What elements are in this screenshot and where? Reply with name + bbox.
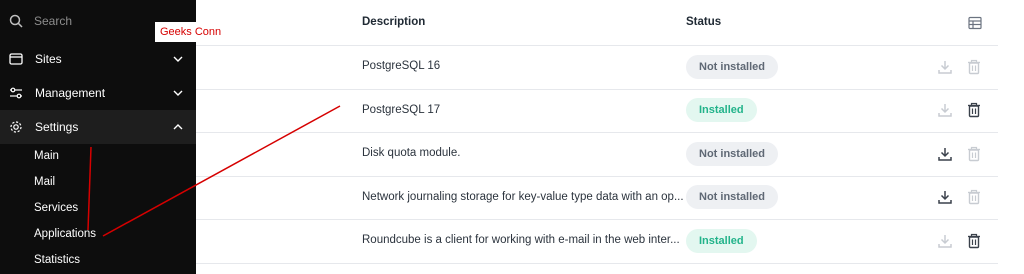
row-description: PostgreSQL 17 bbox=[362, 104, 441, 116]
search-icon bbox=[9, 14, 23, 28]
status-badge: Installed bbox=[686, 98, 757, 122]
search-placeholder: Search bbox=[34, 14, 73, 28]
row-divider bbox=[196, 176, 998, 177]
sidebar-item-sites[interactable]: Sites bbox=[0, 42, 196, 76]
sidebar-subitem-statistics[interactable]: Statistics bbox=[34, 254, 80, 266]
sliders-icon bbox=[10, 87, 22, 99]
delete-icon[interactable] bbox=[966, 102, 982, 118]
row-description: Network journaling storage for key-value… bbox=[362, 191, 684, 203]
row-description: Roundcube is a client for working with e… bbox=[362, 234, 680, 246]
row-divider bbox=[196, 45, 998, 46]
install-icon[interactable] bbox=[937, 233, 953, 249]
column-header-description[interactable]: Description bbox=[362, 16, 425, 28]
sidebar-item-label: Settings bbox=[35, 120, 79, 134]
column-header-status[interactable]: Status bbox=[686, 16, 721, 28]
row-description: Disk quota module. bbox=[362, 147, 461, 159]
sidebar-subitem-mail[interactable]: Mail bbox=[34, 176, 55, 188]
install-icon[interactable] bbox=[937, 102, 953, 118]
sidebar-subitem-main[interactable]: Main bbox=[34, 150, 59, 162]
row-divider bbox=[196, 263, 998, 264]
delete-icon[interactable] bbox=[966, 146, 982, 162]
gear-icon bbox=[10, 121, 22, 133]
sidebar-item-label: Management bbox=[35, 86, 106, 100]
delete-icon[interactable] bbox=[966, 233, 982, 249]
sidebar-item-label: Sites bbox=[35, 52, 62, 66]
sidebar-subitem-services[interactable]: Services bbox=[34, 202, 78, 214]
sidebar-item-settings[interactable]: Settings bbox=[0, 110, 196, 144]
install-icon[interactable] bbox=[937, 189, 953, 205]
delete-icon[interactable] bbox=[966, 189, 982, 205]
install-icon[interactable] bbox=[937, 59, 953, 75]
row-divider bbox=[196, 89, 998, 90]
browser-window-icon bbox=[9, 53, 23, 65]
sidebar-item-management[interactable]: Management bbox=[0, 76, 196, 110]
delete-icon[interactable] bbox=[966, 59, 982, 75]
table-columns-icon[interactable] bbox=[968, 16, 982, 30]
status-badge: Not installed bbox=[686, 185, 779, 209]
sidebar-subitem-applications[interactable]: Applications bbox=[34, 228, 96, 240]
row-description: PostgreSQL 16 bbox=[362, 60, 441, 72]
row-divider bbox=[196, 132, 998, 133]
chevron-down-icon bbox=[173, 56, 183, 62]
status-badge: Installed bbox=[686, 229, 757, 253]
chevron-up-icon bbox=[173, 124, 183, 130]
annotation-label: Geeks Conn bbox=[155, 22, 223, 42]
status-badge: Not installed bbox=[686, 55, 779, 79]
chevron-down-icon bbox=[173, 90, 183, 96]
status-badge: Not installed bbox=[686, 142, 779, 166]
install-icon[interactable] bbox=[937, 146, 953, 162]
row-divider bbox=[196, 219, 998, 220]
